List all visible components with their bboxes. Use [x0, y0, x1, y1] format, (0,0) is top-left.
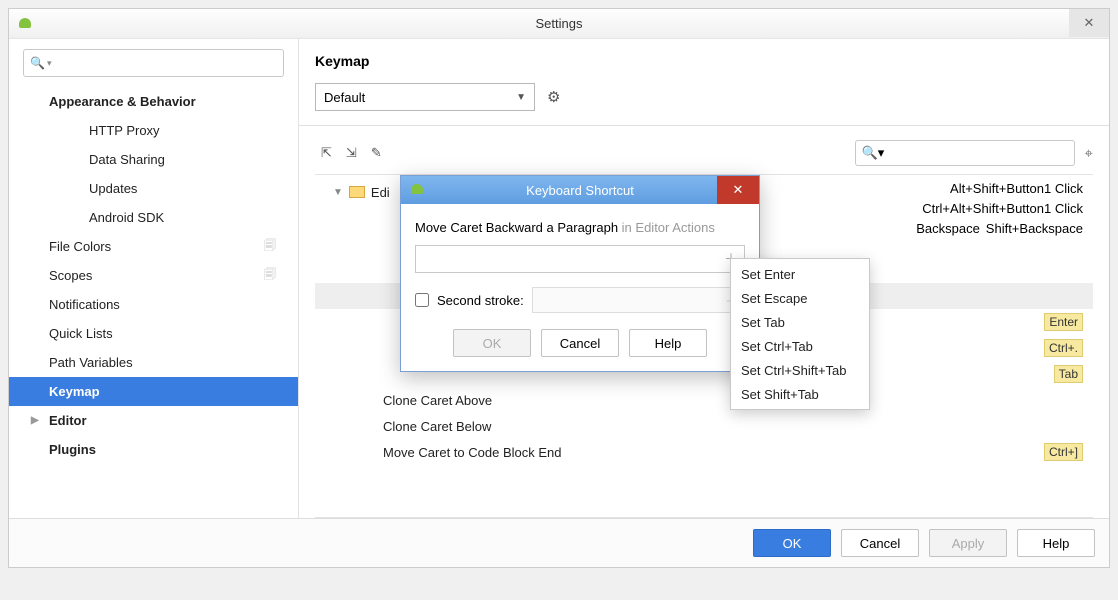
- sidebar-search-wrap: 🔍 ▾: [9, 49, 298, 87]
- tree-quick-lists[interactable]: Quick Lists: [9, 319, 298, 348]
- actions-toolbar: ⇱ ⇲ ✎ 🔍 ▾ ⌖: [315, 136, 1093, 174]
- chevron-down-icon: ▾: [878, 145, 885, 161]
- window-close-button[interactable]: ✕: [1069, 9, 1109, 37]
- tree-android-sdk[interactable]: Android SDK: [9, 203, 298, 232]
- dialog-close-button[interactable]: ✕: [717, 176, 759, 204]
- expand-all-icon[interactable]: ⇱: [321, 145, 332, 161]
- actions-search-input[interactable]: 🔍 ▾: [855, 140, 1075, 166]
- menu-item-set-shift-tab[interactable]: Set Shift+Tab: [731, 382, 869, 406]
- tree-file-colors[interactable]: File Colors🗐: [9, 232, 298, 261]
- project-scope-icon: 🗐: [264, 236, 276, 257]
- page-heading: Keymap: [315, 53, 1093, 69]
- tree-notifications[interactable]: Notifications: [9, 290, 298, 319]
- project-scope-icon: 🗐: [264, 265, 276, 286]
- dialog-cancel-button[interactable]: Cancel: [541, 329, 619, 357]
- scheme-row: Default ▼ ⚙: [315, 83, 1093, 111]
- shortcut-suggestion-popup: Set Enter Set Escape Set Tab Set Ctrl+Ta…: [730, 258, 870, 410]
- shortcut-badge: Alt+Shift+Button1 Click: [950, 181, 1083, 196]
- window-title: Settings: [536, 16, 583, 31]
- dialog-body: Move Caret Backward a Paragraph in Edito…: [401, 204, 759, 371]
- tree-plugins[interactable]: Plugins: [9, 435, 298, 464]
- shortcut-badge: Shift+Backspace: [986, 221, 1083, 236]
- tree-updates[interactable]: Updates: [9, 174, 298, 203]
- shortcut-badge: Enter: [1044, 313, 1083, 331]
- toolbar-left: ⇱ ⇲ ✎: [315, 145, 382, 161]
- shortcut-badge: Ctrl+Alt+Shift+Button1 Click: [922, 201, 1083, 216]
- keyboard-shortcut-dialog: Keyboard Shortcut ✕ Move Caret Backward …: [400, 175, 760, 372]
- settings-tree: Appearance & Behavior HTTP Proxy Data Sh…: [9, 87, 298, 518]
- find-by-shortcut-icon[interactable]: ⌖: [1085, 145, 1093, 162]
- action-row[interactable]: Move Caret to Code Block End Ctrl+]: [315, 439, 1093, 465]
- tree-keymap[interactable]: Keymap: [9, 377, 298, 406]
- folder-icon: [349, 186, 365, 198]
- android-icon: [17, 16, 33, 30]
- help-button[interactable]: Help: [1017, 529, 1095, 557]
- second-stroke-checkbox[interactable]: [415, 293, 429, 307]
- search-icon: 🔍: [30, 56, 45, 70]
- second-stroke-row: Second stroke: ＋: [415, 287, 745, 313]
- toolbar-right: 🔍 ▾ ⌖: [855, 140, 1093, 166]
- edit-icon[interactable]: ✎: [371, 145, 382, 161]
- action-label: Move Caret to Code Block End: [383, 445, 1039, 460]
- shortcut-stack-top: Alt+Shift+Button1 Click Ctrl+Alt+Shift+B…: [916, 181, 1083, 236]
- chevron-down-icon: ▼: [516, 92, 526, 103]
- cancel-button[interactable]: Cancel: [841, 529, 919, 557]
- tree-appearance-behavior[interactable]: Appearance & Behavior: [9, 87, 298, 116]
- action-row[interactable]: Clone Caret Above: [315, 387, 1093, 413]
- bottom-button-bar: OK Cancel Apply Help: [9, 518, 1109, 567]
- collapse-arrow-icon: ▼: [333, 187, 343, 198]
- dialog-buttons: OK Cancel Help: [415, 329, 745, 357]
- divider: [299, 125, 1109, 126]
- menu-item-set-ctrl-shift-tab[interactable]: Set Ctrl+Shift+Tab: [731, 358, 869, 382]
- keymap-scheme-select[interactable]: Default ▼: [315, 83, 535, 111]
- titlebar: Settings ✕: [9, 9, 1109, 39]
- action-row[interactable]: Clone Caret Below: [315, 413, 1093, 439]
- apply-button: Apply: [929, 529, 1007, 557]
- sidebar: 🔍 ▾ Appearance & Behavior HTTP Proxy Dat…: [9, 39, 299, 518]
- action-name: Move Caret Backward a Paragraph: [415, 220, 618, 235]
- shortcut-badge: Ctrl+]: [1044, 443, 1083, 461]
- menu-item-set-escape[interactable]: Set Escape: [731, 286, 869, 310]
- menu-item-set-enter[interactable]: Set Enter: [731, 262, 869, 286]
- shortcut-badge: Tab: [1054, 365, 1083, 383]
- collapse-all-icon[interactable]: ⇲: [346, 145, 357, 161]
- chevron-down-icon: ▾: [47, 58, 52, 69]
- first-stroke-input[interactable]: ＋: [415, 245, 745, 273]
- dialog-ok-button: OK: [453, 329, 531, 357]
- sidebar-search-input[interactable]: 🔍 ▾: [23, 49, 284, 77]
- dialog-titlebar: Keyboard Shortcut ✕: [401, 176, 759, 204]
- tree-scopes[interactable]: Scopes🗐: [9, 261, 298, 290]
- action-context: in Editor Actions: [622, 220, 715, 235]
- shortcut-badge: Ctrl+.: [1044, 339, 1083, 357]
- expand-arrow-icon: ▶: [31, 415, 39, 426]
- tree-path-variables[interactable]: Path Variables: [9, 348, 298, 377]
- second-stroke-input: ＋: [532, 287, 745, 313]
- tree-editor[interactable]: ▶Editor: [9, 406, 298, 435]
- action-label: Clone Caret Below: [383, 419, 1083, 434]
- dialog-title: Keyboard Shortcut: [526, 183, 634, 198]
- tree-http-proxy[interactable]: HTTP Proxy: [9, 116, 298, 145]
- dialog-help-button[interactable]: Help: [629, 329, 707, 357]
- gear-icon[interactable]: ⚙: [547, 88, 560, 106]
- menu-item-set-ctrl-tab[interactable]: Set Ctrl+Tab: [731, 334, 869, 358]
- second-stroke-label: Second stroke:: [437, 293, 524, 308]
- search-icon: 🔍: [862, 145, 878, 161]
- ok-button[interactable]: OK: [753, 529, 831, 557]
- menu-item-set-tab[interactable]: Set Tab: [731, 310, 869, 334]
- scheme-value: Default: [324, 90, 365, 105]
- android-icon: [409, 182, 425, 196]
- tree-data-sharing[interactable]: Data Sharing: [9, 145, 298, 174]
- shortcut-badge: Backspace: [916, 221, 980, 236]
- dialog-caption: Move Caret Backward a Paragraph in Edito…: [415, 220, 745, 235]
